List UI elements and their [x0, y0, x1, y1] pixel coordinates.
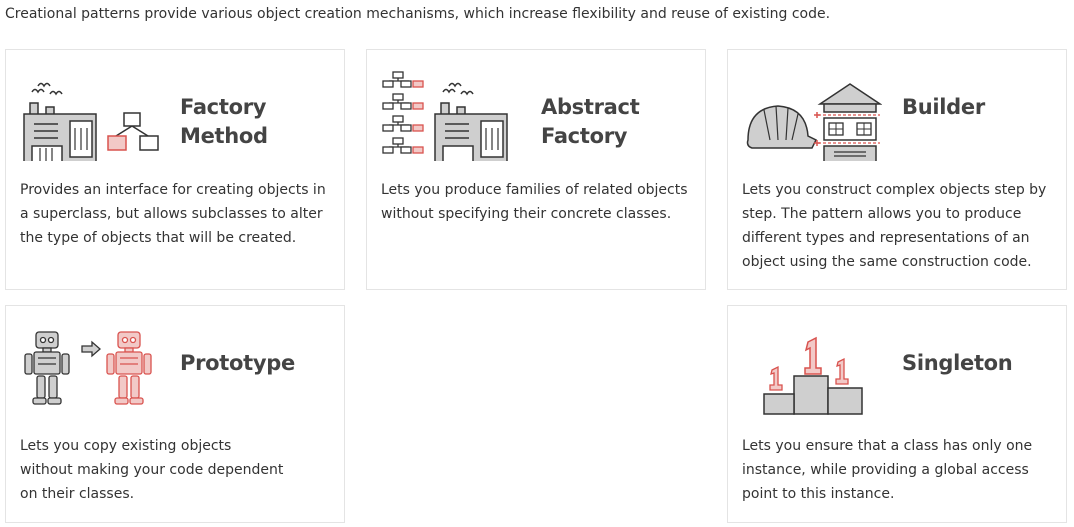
- pattern-title-line1: Builder: [902, 95, 985, 119]
- pattern-card-singleton[interactable]: Singleton Lets you ensure that a class h…: [727, 305, 1067, 523]
- pattern-title-line1: Abstract: [541, 95, 640, 119]
- pattern-title-line2: Method: [180, 124, 268, 148]
- pattern-description: Lets you copy existing objects without m…: [20, 438, 284, 502]
- pattern-card-prototype[interactable]: Prototype Lets you copy existing objects…: [5, 305, 345, 523]
- pattern-title-line1: Singleton: [902, 351, 1013, 375]
- prototype-icon: [20, 322, 160, 417]
- pattern-title-line1: Prototype: [180, 351, 295, 375]
- pattern-description: Lets you produce families of related obj…: [381, 182, 688, 222]
- pattern-description: Lets you construct complex objects step …: [742, 182, 1047, 270]
- pattern-title-line2: Factory: [541, 124, 628, 148]
- pattern-description: Provides an interface for creating objec…: [20, 182, 326, 246]
- pattern-card-abstract-factory[interactable]: Abstract Factory Lets you produce famili…: [366, 49, 706, 290]
- pattern-title-line1: Factory: [180, 95, 267, 119]
- pattern-title: Builder: [902, 93, 985, 122]
- pattern-card-builder[interactable]: Builder Lets you construct complex objec…: [727, 49, 1067, 290]
- intro-text: Creational patterns provide various obje…: [5, 6, 831, 22]
- abstract-factory-icon: [381, 66, 521, 161]
- builder-icon: [742, 66, 882, 161]
- pattern-title: Prototype: [180, 349, 295, 378]
- pattern-card-factory-method[interactable]: Factory Method Provides an interface for…: [5, 49, 345, 290]
- pattern-title: Abstract Factory: [541, 93, 640, 151]
- pattern-title: Singleton: [902, 349, 1013, 378]
- pattern-title: Factory Method: [180, 93, 268, 151]
- pattern-description: Lets you ensure that a class has only on…: [742, 438, 1033, 502]
- factory-method-icon: [20, 66, 160, 161]
- singleton-icon: [742, 322, 882, 417]
